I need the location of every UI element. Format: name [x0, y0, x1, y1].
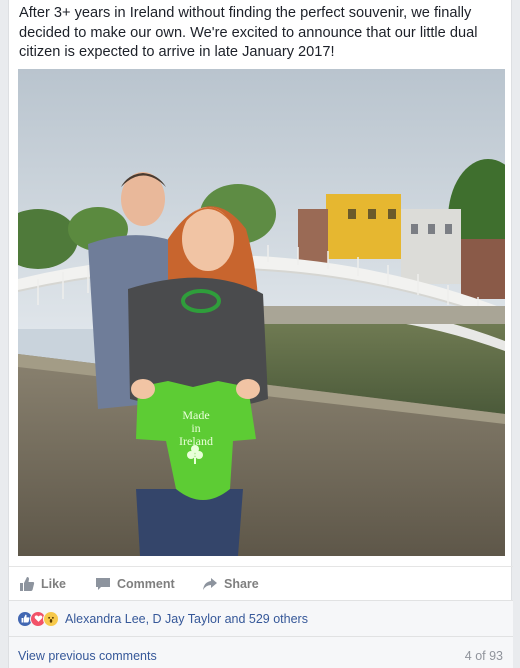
comments-bar: View previous comments 4 of 93 [9, 636, 513, 668]
photo-illustration: Made in Ireland [18, 69, 505, 556]
action-bar: Like Comment Share [9, 566, 513, 600]
view-previous-comments-link[interactable]: View previous comments [18, 649, 157, 663]
share-arrow-icon [202, 576, 218, 592]
yellow-building [326, 194, 401, 259]
share-button[interactable]: Share [202, 567, 259, 601]
comment-label: Comment [117, 577, 175, 591]
comment-icon [95, 576, 111, 592]
like-label: Like [41, 577, 67, 591]
like-button[interactable]: Like [19, 567, 66, 601]
onesie-text-2: in [191, 421, 200, 435]
post-photo[interactable]: Made in Ireland [18, 69, 505, 556]
white-building [401, 209, 461, 284]
onesie-text-1: Made [182, 408, 209, 422]
share-label: Share [224, 577, 259, 591]
comment-count: 4 of 93 [464, 649, 503, 663]
jeans [136, 489, 243, 556]
post-text: After 3+ years in Ireland without findin… [19, 5, 478, 60]
wow-icon[interactable] [43, 610, 59, 627]
comment-button[interactable]: Comment [95, 567, 175, 601]
thumbs-up-icon [19, 576, 35, 592]
reactions-bar: Alexandra Lee, D Jay Taylor and 529 othe… [9, 600, 513, 636]
reactions-summary[interactable]: Alexandra Lee, D Jay Taylor and 529 othe… [65, 612, 308, 626]
post-card: After 3+ years in Ireland without findin… [8, 0, 513, 668]
